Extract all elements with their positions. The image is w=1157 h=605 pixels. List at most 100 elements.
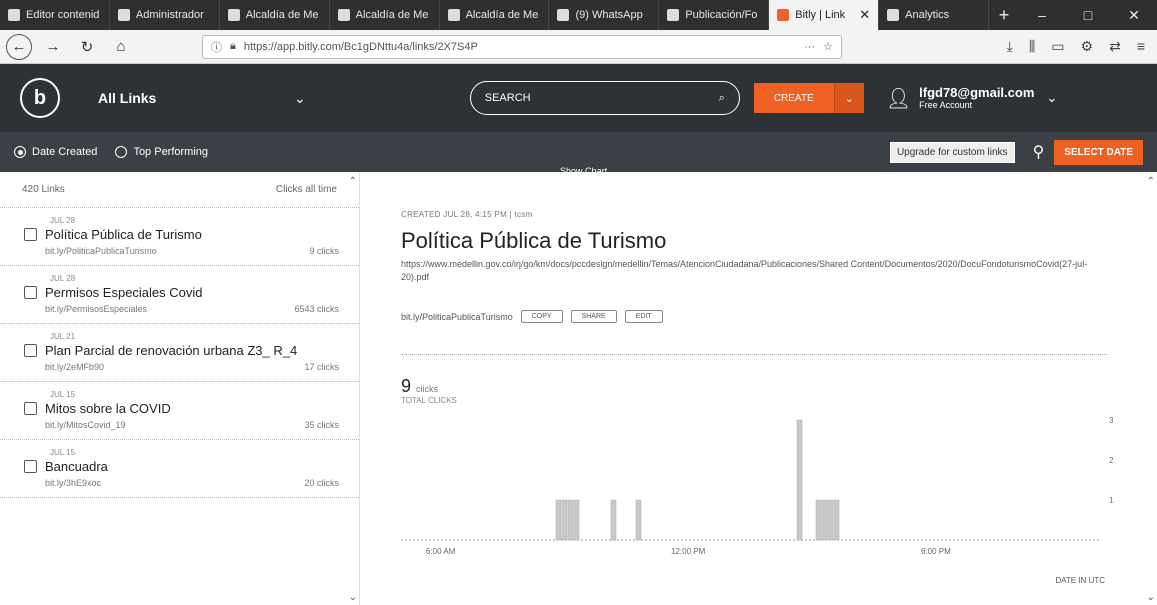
main-scroll-up-icon[interactable]: ⌃ xyxy=(1147,176,1155,187)
link-list-item[interactable]: JUL 21 Plan Parcial de renovación urbana … xyxy=(0,324,359,382)
tab-label: Alcaldía de Me xyxy=(355,9,429,21)
link-checkbox[interactable] xyxy=(24,228,37,241)
create-dropdown-icon[interactable]: ⌄ xyxy=(833,83,864,113)
chart-bar xyxy=(815,499,822,541)
tab-favicon-icon xyxy=(117,9,130,21)
share-button[interactable]: SHARE xyxy=(570,310,617,323)
link-title[interactable]: Política Pública de Turismo xyxy=(401,228,666,254)
home-icon: ⌂ xyxy=(116,38,126,55)
account-chevron-icon[interactable]: ⌄ xyxy=(1046,90,1057,106)
search-icon[interactable]: ⌕ xyxy=(719,92,725,105)
link-list-item[interactable]: JUL 15 Mitos sobre la COVID bit.ly/MitosCo… xyxy=(0,382,359,440)
y-tick-label: 3 xyxy=(1109,416,1114,425)
y-tick-label: 1 xyxy=(1109,496,1114,505)
chart-bar xyxy=(833,499,840,541)
link-clicks-value: 6543 xyxy=(294,304,315,314)
select-date-button[interactable]: SELECT DATE xyxy=(1054,139,1143,165)
browser-tab[interactable]: Publicación/Fo xyxy=(659,0,770,30)
link-list-item[interactable]: JUL 15 Bancuadra bit.ly/3hE9xoc 20 clicks xyxy=(0,440,359,498)
chart-bar xyxy=(827,499,834,541)
browser-tab[interactable]: Alcaldía de Me xyxy=(220,0,330,30)
tab-favicon-icon xyxy=(557,9,570,21)
sidebar-icon[interactable]: ▭ xyxy=(1051,38,1064,55)
forward-button[interactable]: → xyxy=(40,34,66,60)
scroll-down-icon[interactable]: ⌄ xyxy=(349,592,357,603)
page-actions-icon[interactable]: ··· xyxy=(804,41,815,53)
bitly-logo[interactable]: b xyxy=(20,78,60,118)
clicks-all-time-label: Clicks all time xyxy=(275,184,337,195)
browser-tab[interactable]: Alcaldía de Me xyxy=(440,0,550,30)
link-clicks: 35 clicks xyxy=(304,420,339,430)
link-short-url: bit.ly/MitosCovid_19 xyxy=(45,420,126,430)
close-window-icon[interactable]: ✕ xyxy=(1111,0,1157,30)
back-button[interactable]: ← xyxy=(6,33,32,60)
reload-button[interactable]: ↻ xyxy=(74,34,100,60)
create-button[interactable]: CREATE xyxy=(753,83,834,113)
account-menu[interactable]: 👤︎ lfgd78@gmail.com Free Account ⌄ xyxy=(886,86,1058,111)
home-button[interactable]: ⌂ xyxy=(108,34,134,60)
translate-icon[interactable]: ⇄ xyxy=(1109,38,1121,55)
link-title[interactable]: Plan Parcial de renovación urbana Z3_ R_… xyxy=(45,343,297,358)
link-list-item[interactable]: JUL 28 Política Pública de Turismo bit.ly/… xyxy=(0,208,359,266)
clicks-unit: clicks xyxy=(416,384,439,394)
main-scroll-down-icon[interactable]: ⌄ xyxy=(1147,592,1155,603)
scroll-up-icon[interactable]: ⌃ xyxy=(349,176,357,187)
link-title[interactable]: Política Pública de Turismo xyxy=(45,227,202,242)
link-checkbox[interactable] xyxy=(24,344,37,357)
link-clicks-unit: clicks xyxy=(317,420,339,430)
link-date: JUL 28 xyxy=(50,274,76,283)
browser-tab[interactable]: Administrador xyxy=(110,0,220,30)
edit-button[interactable]: EDIT xyxy=(624,310,663,323)
clicks-count: 9 clicks xyxy=(401,376,438,397)
chart-bar xyxy=(555,499,562,541)
all-links-selector[interactable]: All Links xyxy=(98,90,248,106)
link-title[interactable]: Mitos sobre la COVID xyxy=(45,401,171,416)
browser-tab[interactable]: Analytics xyxy=(879,0,990,30)
link-short-url: bit.ly/2eMFb90 xyxy=(45,362,105,372)
search-input[interactable]: SEARCH ⌕ xyxy=(469,81,740,115)
sidebar-header: 420 Links Clicks all time xyxy=(0,172,359,208)
long-url[interactable]: https://www.medellin.gov.co/irj/go/km/do… xyxy=(401,258,1111,284)
extension-icon[interactable]: ⚙ xyxy=(1081,38,1094,55)
account-plan: Free Account xyxy=(919,100,973,110)
link-clicks-unit: clicks xyxy=(317,246,339,256)
info-icon: ⓘ xyxy=(211,41,222,54)
upgrade-custom-links-button[interactable]: Upgrade for custom links xyxy=(889,141,1015,163)
link-title[interactable]: Bancuadra xyxy=(45,459,108,474)
filter-icon[interactable]: ⚲ xyxy=(1033,142,1045,162)
new-tab-button[interactable]: + xyxy=(989,0,1019,30)
x-tick-label: 12:00 PM xyxy=(671,547,706,556)
link-title[interactable]: Permisos Especiales Covid xyxy=(45,285,203,300)
downloads-icon[interactable]: ⤓ xyxy=(1007,38,1013,55)
browser-tab[interactable]: Bitly | Link ✕ xyxy=(769,0,880,30)
browser-tab[interactable]: Alcaldía de Me xyxy=(330,0,440,30)
sort-date-created-radio[interactable]: Date Created xyxy=(14,146,97,158)
link-list-item[interactable]: JUL 28 Permisos Especiales Covid bit.ly/Pe… xyxy=(0,266,359,324)
tab-label: Administrador xyxy=(135,9,204,21)
minimize-icon[interactable]: – xyxy=(1019,0,1065,30)
browser-tab[interactable]: (9) WhatsApp xyxy=(549,0,660,30)
chart-bar xyxy=(573,499,580,541)
library-icon[interactable]: ⫼ xyxy=(1029,38,1035,55)
chevron-down-icon[interactable]: ⌄ xyxy=(294,90,306,107)
sort-top-performing-radio[interactable]: Top Performing xyxy=(115,146,208,158)
link-checkbox[interactable] xyxy=(24,402,37,415)
app-header: b All Links ⌄ SEARCH ⌕ CREATE ⌄ 👤︎ lfgd7… xyxy=(0,64,1157,132)
chart-bar xyxy=(635,499,642,541)
forward-arrow-icon: → xyxy=(45,38,61,55)
tab-close-icon[interactable]: ✕ xyxy=(859,7,870,23)
bookmark-star-icon[interactable]: ☆ xyxy=(823,40,833,53)
link-checkbox[interactable] xyxy=(24,286,37,299)
link-checkbox[interactable] xyxy=(24,460,37,473)
clicks-value: 9 xyxy=(401,376,412,396)
copy-button[interactable]: COPY xyxy=(520,310,563,323)
browser-tab[interactable]: Editor contenid xyxy=(0,0,110,30)
tab-favicon-icon xyxy=(887,9,900,21)
tab-favicon-icon xyxy=(667,9,680,21)
address-bar[interactable]: ⓘ 🔒︎ https://app.bitly.com/Bc1gDNttu4a/l… xyxy=(202,34,842,59)
menu-icon[interactable]: ≡ xyxy=(1137,38,1145,55)
link-clicks-value: 17 xyxy=(304,362,315,372)
radio-selected-icon xyxy=(14,146,26,158)
short-url[interactable]: bit.ly/PoliticaPublicaTurismo xyxy=(401,312,513,322)
maximize-icon[interactable]: □ xyxy=(1065,0,1111,30)
